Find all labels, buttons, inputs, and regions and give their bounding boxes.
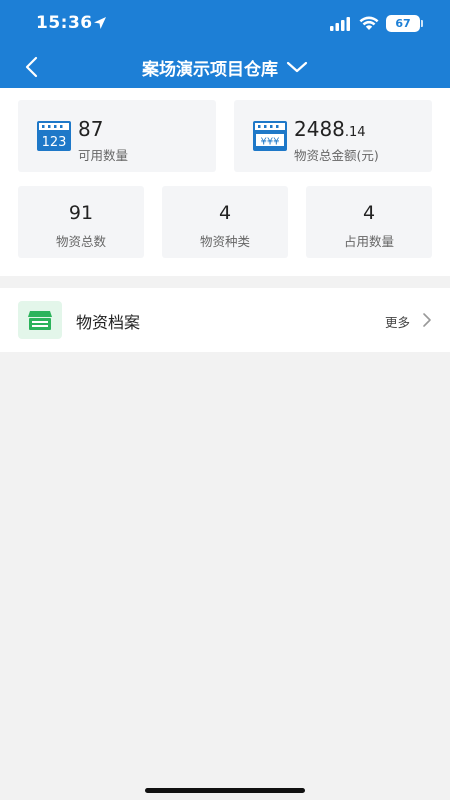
item-types-card[interactable]: 4 物资种类	[162, 186, 288, 258]
more-link[interactable]: 更多	[385, 312, 410, 331]
battery-icon: 67	[386, 15, 420, 32]
signal-icon	[330, 17, 350, 31]
wifi-icon	[359, 16, 379, 30]
nav-title-container: 案场演示项目仓库	[0, 46, 450, 88]
total-items-value: 91	[68, 202, 94, 224]
material-archive-row[interactable]: 物资档案 更多	[0, 288, 450, 352]
svg-text:123: 123	[42, 135, 67, 150]
total-amount-main: 2488	[294, 117, 345, 141]
material-archive-label: 物资档案	[76, 313, 141, 332]
item-types-value: 4	[218, 202, 232, 224]
page-title: 案场演示项目仓库	[142, 59, 278, 80]
back-button[interactable]	[14, 50, 48, 84]
stats-panel: 123 87 可用数量 ¥¥¥ 2488.14 物资总金额(元) 91 物资总数…	[0, 88, 450, 276]
number-board-icon: 123	[37, 121, 71, 151]
occupied-quantity-value: 4	[362, 202, 376, 224]
battery-tip	[421, 20, 423, 27]
nav-bar: 案场演示项目仓库	[0, 46, 450, 88]
project-selector[interactable]: 案场演示项目仓库	[142, 55, 308, 80]
occupied-quantity-card[interactable]: 4 占用数量	[306, 186, 432, 258]
total-amount-value: 2488.14	[294, 117, 366, 141]
available-quantity-value: 87	[78, 117, 104, 141]
yuan-board-icon: ¥¥¥	[253, 121, 287, 151]
storefront-icon	[18, 301, 62, 339]
chevron-left-icon	[25, 56, 38, 78]
chevron-down-icon	[286, 61, 308, 73]
total-items-label: 物资总数	[55, 234, 106, 249]
occupied-quantity-label: 占用数量	[343, 234, 394, 249]
home-indicator	[145, 788, 305, 793]
available-quantity-card[interactable]: 123 87 可用数量	[18, 100, 216, 172]
total-items-card[interactable]: 91 物资总数	[18, 186, 144, 258]
status-bar: 15:36 67	[0, 0, 450, 46]
total-amount-decimal: .14	[344, 125, 366, 140]
location-arrow-icon	[94, 17, 106, 29]
item-types-label: 物资种类	[199, 234, 250, 249]
svg-text:¥¥¥: ¥¥¥	[260, 137, 279, 148]
status-time: 15:36	[36, 13, 93, 33]
chevron-right-icon	[423, 313, 431, 327]
available-quantity-label: 可用数量	[78, 148, 129, 163]
app-header: 15:36 67 案场演示项目仓库	[0, 0, 450, 88]
total-amount-label: 物资总金额(元)	[294, 148, 379, 163]
total-amount-card[interactable]: ¥¥¥ 2488.14 物资总金额(元)	[234, 100, 432, 172]
